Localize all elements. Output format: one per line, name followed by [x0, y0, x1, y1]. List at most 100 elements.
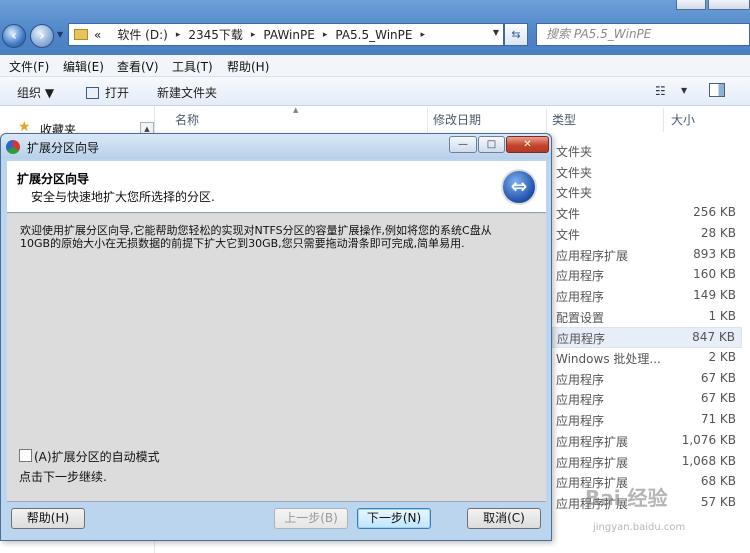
column-header-name[interactable]: 名称 [175, 108, 199, 132]
file-row[interactable]: 应用程序扩展 1,076 KB [552, 431, 742, 452]
wizard-header-subtitle: 安全与快速地扩大您所选择的分区. [31, 190, 215, 204]
chevron-right-icon[interactable]: ▸ [176, 30, 181, 40]
help-button[interactable]: 帮助(H) [11, 508, 85, 529]
file-row[interactable]: 应用程序 71 KB [552, 410, 742, 431]
file-size: 160 KB [693, 267, 736, 282]
address-bar[interactable]: « 软件 (D:) ▸ 2345下载 ▸ PAWinPE ▸ PA5.5_Win… [68, 23, 504, 46]
maximize-button[interactable] [708, 0, 750, 10]
open-label: 打开 [105, 86, 130, 100]
file-row[interactable]: 配置设置 1 KB [552, 307, 742, 328]
refresh-button[interactable]: ⇆ [504, 23, 528, 46]
file-size: 1 KB [708, 308, 736, 323]
breadcrumb-pawinpe[interactable]: PAWinPE [263, 28, 314, 42]
file-type: 文件夹 [556, 165, 593, 180]
menu-help[interactable]: 帮助(H) [227, 58, 269, 75]
file-type: 文件 [556, 227, 581, 242]
welcome-text: 欢迎使用扩展分区向导,它能帮助您轻松的实现对NTFS分区的容量扩展操作,例如将您… [20, 224, 492, 250]
column-header-size[interactable]: 大小 [671, 108, 695, 132]
menu-tools[interactable]: 工具(T) [172, 58, 213, 75]
file-type: 应用程序 [556, 372, 605, 387]
file-row[interactable]: Windows 批处理... 2 KB [552, 348, 742, 369]
watermark-brand: Bai 经验 [585, 486, 668, 510]
continue-hint: 点击下一步继续. [19, 470, 107, 484]
file-size: 1,068 KB [681, 453, 736, 468]
breadcrumb-download[interactable]: 2345下载 [188, 26, 243, 43]
dialog-close-button[interactable]: ✕ [506, 136, 549, 153]
file-type: 文件 [556, 207, 581, 222]
cancel-button[interactable]: 取消(C) [467, 508, 541, 529]
dialog-title-bar[interactable]: 扩展分区向导 — □ ✕ [1, 134, 551, 159]
file-size: 2 KB [708, 350, 736, 364]
file-type: 应用程序 [556, 269, 605, 284]
column-header-type[interactable]: 类型 [552, 108, 576, 132]
file-row[interactable]: 文件夹 [552, 141, 742, 162]
auto-mode-label[interactable]: (A)扩展分区的自动模式 [34, 448, 160, 465]
address-dropdown-icon[interactable]: ▼ [493, 28, 499, 37]
file-size: 149 KB [693, 287, 736, 302]
dialog-title: 扩展分区向导 [27, 141, 100, 155]
organize-button[interactable]: 组织 ▼ [17, 84, 54, 101]
column-divider[interactable] [427, 108, 428, 132]
view-options-icon[interactable]: ☷ [655, 84, 671, 98]
minimize-button[interactable] [676, 0, 706, 10]
refresh-icon: ⇆ [511, 28, 521, 41]
watermark-url: jingyan.baidu.com [593, 522, 686, 533]
command-bar: 组织 ▼ 打开 新建文件夹 [0, 77, 750, 106]
file-row[interactable]: 应用程序 847 KB [552, 327, 742, 349]
file-row[interactable]: 应用程序 67 KB [552, 369, 742, 390]
next-step-button[interactable]: 下一步(N) [357, 508, 431, 529]
breadcrumb-overflow[interactable]: « [94, 28, 101, 42]
app-logo-icon [6, 140, 20, 154]
breadcrumb-drive[interactable]: 软件 (D:) [117, 26, 167, 43]
file-size: 71 KB [700, 412, 736, 427]
recent-pages-dropdown-icon[interactable]: ▼ [57, 30, 63, 39]
column-divider[interactable] [663, 108, 664, 132]
forward-button[interactable]: › [30, 24, 54, 48]
breadcrumb-pa55[interactable]: PA5.5_WinPE [335, 28, 412, 42]
file-size: 1,076 KB [681, 432, 736, 447]
chevron-right-icon[interactable]: ▸ [251, 30, 256, 40]
file-row[interactable]: 应用程序扩展 893 KB [552, 245, 742, 266]
file-type: 文件夹 [556, 145, 593, 159]
extend-partition-dialog: 扩展分区向导 — □ ✕ 扩展分区向导 安全与快速地扩大您所选择的分区. ⇔ 欢… [0, 133, 552, 541]
file-row[interactable]: 应用程序 160 KB [552, 265, 742, 286]
menu-view[interactable]: 查看(V) [117, 58, 159, 75]
file-row[interactable]: 文件夹 [552, 162, 742, 183]
back-arrow-icon: ‹ [11, 28, 17, 44]
open-button[interactable]: 打开 [86, 84, 129, 101]
menu-bar: 文件(F) 编辑(E) 查看(V) 工具(T) 帮助(H) [0, 55, 750, 77]
dialog-minimize-button[interactable]: — [449, 136, 477, 153]
file-size: 893 KB [693, 246, 736, 261]
preview-pane-icon[interactable] [709, 83, 725, 97]
file-type: 应用程序 [556, 414, 605, 429]
file-row[interactable]: 文件 256 KB [552, 203, 742, 224]
open-icon [86, 87, 99, 99]
file-type: 应用程序 [556, 289, 605, 304]
new-folder-button[interactable]: 新建文件夹 [157, 84, 217, 101]
file-type: 配置设置 [556, 310, 605, 325]
file-size: 67 KB [700, 391, 736, 406]
column-divider[interactable] [546, 108, 547, 132]
file-size: 256 KB [693, 205, 736, 220]
chevron-right-icon[interactable]: ▸ [420, 30, 425, 40]
auto-mode-checkbox[interactable] [19, 449, 32, 462]
file-row[interactable]: 应用程序扩展 1,068 KB [552, 452, 742, 473]
sort-ascending-icon: ▲ [293, 106, 299, 114]
file-row[interactable]: 文件 28 KB [552, 224, 742, 245]
extend-partition-icon: ⇔ [501, 169, 537, 205]
file-row[interactable]: 应用程序 67 KB [552, 389, 742, 410]
back-step-button[interactable]: 上一步(B) [274, 508, 348, 529]
view-dropdown-icon[interactable]: ▼ [681, 86, 687, 95]
file-row[interactable]: 应用程序 149 KB [552, 286, 742, 307]
menu-edit[interactable]: 编辑(E) [63, 58, 104, 75]
chevron-right-icon[interactable]: ▸ [323, 30, 328, 40]
menu-file[interactable]: 文件(F) [9, 58, 49, 75]
search-input[interactable]: 搜索 PA5.5_WinPE [536, 23, 750, 46]
file-row[interactable]: 文件夹 [552, 182, 742, 203]
wizard-header-title: 扩展分区向导 [17, 172, 90, 186]
file-type: Windows 批处理... [556, 352, 661, 366]
column-header-date[interactable]: 修改日期 [433, 108, 481, 132]
back-button[interactable]: ‹ [2, 24, 26, 48]
dialog-maximize-button[interactable]: □ [478, 136, 505, 153]
file-size: 28 KB [700, 225, 736, 240]
